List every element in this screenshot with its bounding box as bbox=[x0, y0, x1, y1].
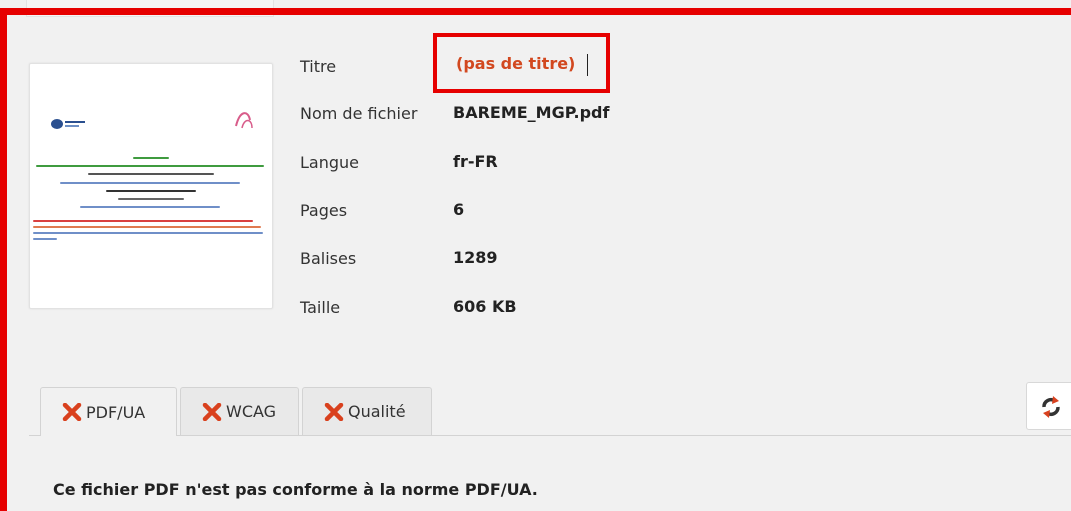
thumbnail-text bbox=[106, 190, 196, 192]
title-value[interactable]: (pas de titre) bbox=[456, 54, 575, 73]
size-value: 606 KB bbox=[453, 297, 517, 316]
size-label: Taille bbox=[300, 298, 341, 317]
tab-wcag[interactable]: WCAG bbox=[180, 387, 299, 435]
title-label: Titre bbox=[300, 57, 337, 76]
thumbnail-text bbox=[36, 165, 264, 167]
thumbnail-text bbox=[33, 220, 253, 222]
text-cursor bbox=[587, 54, 588, 76]
conformance-message: Ce fichier PDF n'est pas conforme à la n… bbox=[53, 480, 538, 499]
fail-x-icon bbox=[202, 402, 222, 421]
fail-x-icon bbox=[324, 402, 344, 421]
thumbnail-logo-left bbox=[51, 119, 85, 129]
tabs-baseline bbox=[29, 435, 1071, 436]
pages-value: 6 bbox=[453, 200, 465, 219]
thumbnail-text bbox=[33, 238, 57, 240]
tags-label: Balises bbox=[300, 249, 357, 268]
tab-label: Qualité bbox=[348, 402, 406, 421]
tab-label: PDF/UA bbox=[86, 402, 146, 422]
refresh-button[interactable] bbox=[1026, 382, 1071, 430]
language-label: Langue bbox=[300, 153, 359, 172]
language-value: fr-FR bbox=[453, 152, 498, 171]
thumbnail-text bbox=[80, 206, 220, 208]
refresh-icon bbox=[1042, 396, 1060, 418]
thumbnail-text bbox=[88, 173, 214, 175]
tab-quality[interactable]: Qualité bbox=[302, 387, 432, 435]
pdf-thumbnail bbox=[29, 63, 273, 309]
thumbnail-text bbox=[60, 182, 240, 184]
thumbnail-logo-right bbox=[235, 112, 253, 129]
thumbnail-text bbox=[33, 226, 261, 228]
filename-value: BAREME_MGP.pdf bbox=[453, 103, 610, 122]
thumbnail-text bbox=[118, 198, 184, 200]
tab-label: WCAG bbox=[226, 402, 277, 421]
fail-x-icon bbox=[62, 403, 82, 421]
tags-value: 1289 bbox=[453, 248, 498, 267]
filename-label: Nom de fichier bbox=[300, 104, 418, 123]
thumbnail-text bbox=[133, 157, 169, 159]
title-field[interactable]: (pas de titre) bbox=[433, 33, 610, 93]
pages-label: Pages bbox=[300, 201, 348, 220]
tab-pdfua[interactable]: PDF/UA bbox=[40, 387, 177, 436]
thumbnail-text bbox=[33, 232, 263, 234]
